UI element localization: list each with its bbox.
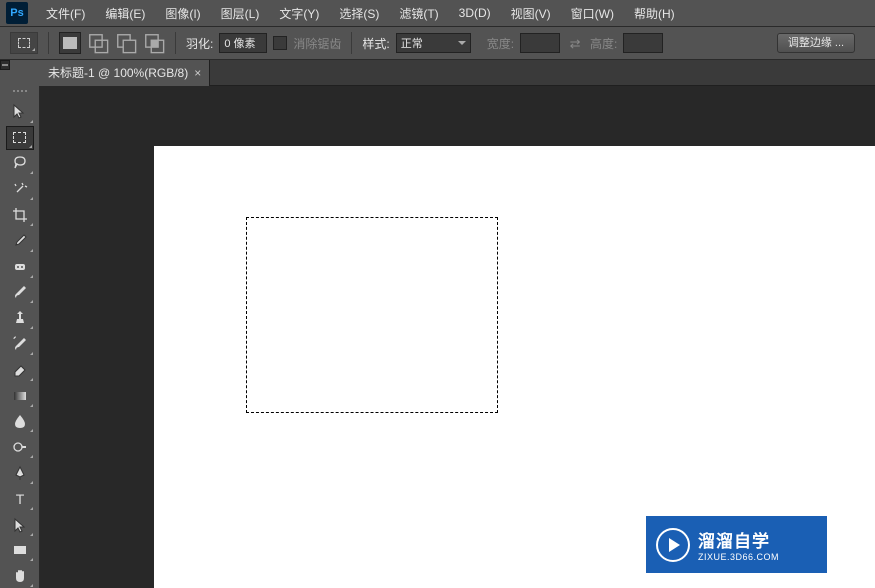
document-tab[interactable]: 未标题-1 @ 100%(RGB/8) × [40,60,210,86]
pen-tool[interactable] [6,461,34,485]
menu-file[interactable]: 文件(F) [36,2,95,25]
play-icon [656,528,690,562]
eraser-tool[interactable] [6,358,34,382]
crop-tool[interactable] [6,203,34,227]
selection-intersect[interactable] [143,32,165,54]
brush-tool[interactable] [6,281,34,305]
divider [48,32,49,54]
width-label: 宽度: [487,35,514,52]
blur-tool[interactable] [6,410,34,434]
menu-view[interactable]: 视图(V) [501,2,561,25]
menu-image[interactable]: 图像(I) [155,2,210,25]
width-input [520,33,560,53]
dodge-tool[interactable] [6,435,34,459]
options-bar: 羽化: 消除锯齿 样式: 正常 宽度: ⇄ 高度: 调整边缘 ... [0,27,875,60]
selection-new[interactable] [59,32,81,54]
rectangle-tool[interactable] [6,539,34,563]
spot-heal-tool[interactable] [6,255,34,279]
menu-window[interactable]: 窗口(W) [561,2,624,25]
height-label: 高度: [590,35,617,52]
divider [351,32,352,54]
magic-wand-tool[interactable] [6,177,34,201]
lasso-tool[interactable] [6,152,34,176]
feather-label: 羽化: [186,35,213,52]
gradient-tool[interactable] [6,384,34,408]
tab-bar: 未标题-1 @ 100%(RGB/8) × [40,60,875,86]
marquee-tool[interactable] [6,126,34,150]
marquee-icon [13,132,26,143]
marquee-icon [18,38,30,48]
menu-help[interactable]: 帮助(H) [624,2,685,25]
menu-layer[interactable]: 图层(L) [211,2,270,25]
close-icon[interactable]: × [194,66,201,80]
history-brush-tool[interactable] [6,332,34,356]
style-label: 样式: [362,35,389,52]
style-select[interactable]: 正常 [396,33,471,53]
refine-edge-button[interactable]: 调整边缘 ... [777,33,855,53]
menu-type[interactable]: 文字(Y) [269,2,329,25]
toolbox: T [0,86,40,588]
path-select-tool[interactable] [6,513,34,537]
app-logo: Ps [6,2,28,24]
panel-collapse-strip[interactable] [0,60,10,70]
marquee-selection[interactable] [246,217,498,413]
height-input [623,33,663,53]
menu-select[interactable]: 选择(S) [329,2,389,25]
selection-subtract[interactable] [115,32,137,54]
watermark-title: 溜溜自学 [698,527,779,552]
document-tab-title: 未标题-1 @ 100%(RGB/8) [48,64,188,81]
current-tool-preset[interactable] [10,32,38,54]
menu-3d[interactable]: 3D(D) [449,3,501,23]
menubar: Ps 文件(F) 编辑(E) 图像(I) 图层(L) 文字(Y) 选择(S) 滤… [0,0,875,27]
clone-stamp-tool[interactable] [6,306,34,330]
watermark-subtitle: ZIXUE.3D66.COM [698,552,779,562]
divider [175,32,176,54]
antialias-label: 消除锯齿 [293,35,341,52]
selection-mode-icon [63,37,77,49]
hand-tool[interactable] [6,564,34,588]
canvas-area[interactable]: 溜溜自学 ZIXUE.3D66.COM [40,86,875,588]
document-canvas[interactable]: 溜溜自学 ZIXUE.3D66.COM [154,146,875,588]
toolbox-grip[interactable] [5,90,35,96]
menu-filter[interactable]: 滤镜(T) [389,2,448,25]
selection-add[interactable] [87,32,109,54]
eyedropper-tool[interactable] [6,229,34,253]
svg-text:T: T [15,491,24,507]
watermark: 溜溜自学 ZIXUE.3D66.COM [646,516,827,573]
style-value: 正常 [401,35,423,51]
menu-edit[interactable]: 编辑(E) [95,2,155,25]
antialias-checkbox [273,36,287,50]
swap-icon: ⇄ [566,36,584,50]
feather-input[interactable] [219,33,267,53]
type-tool[interactable]: T [6,487,34,511]
move-tool[interactable] [6,100,34,124]
